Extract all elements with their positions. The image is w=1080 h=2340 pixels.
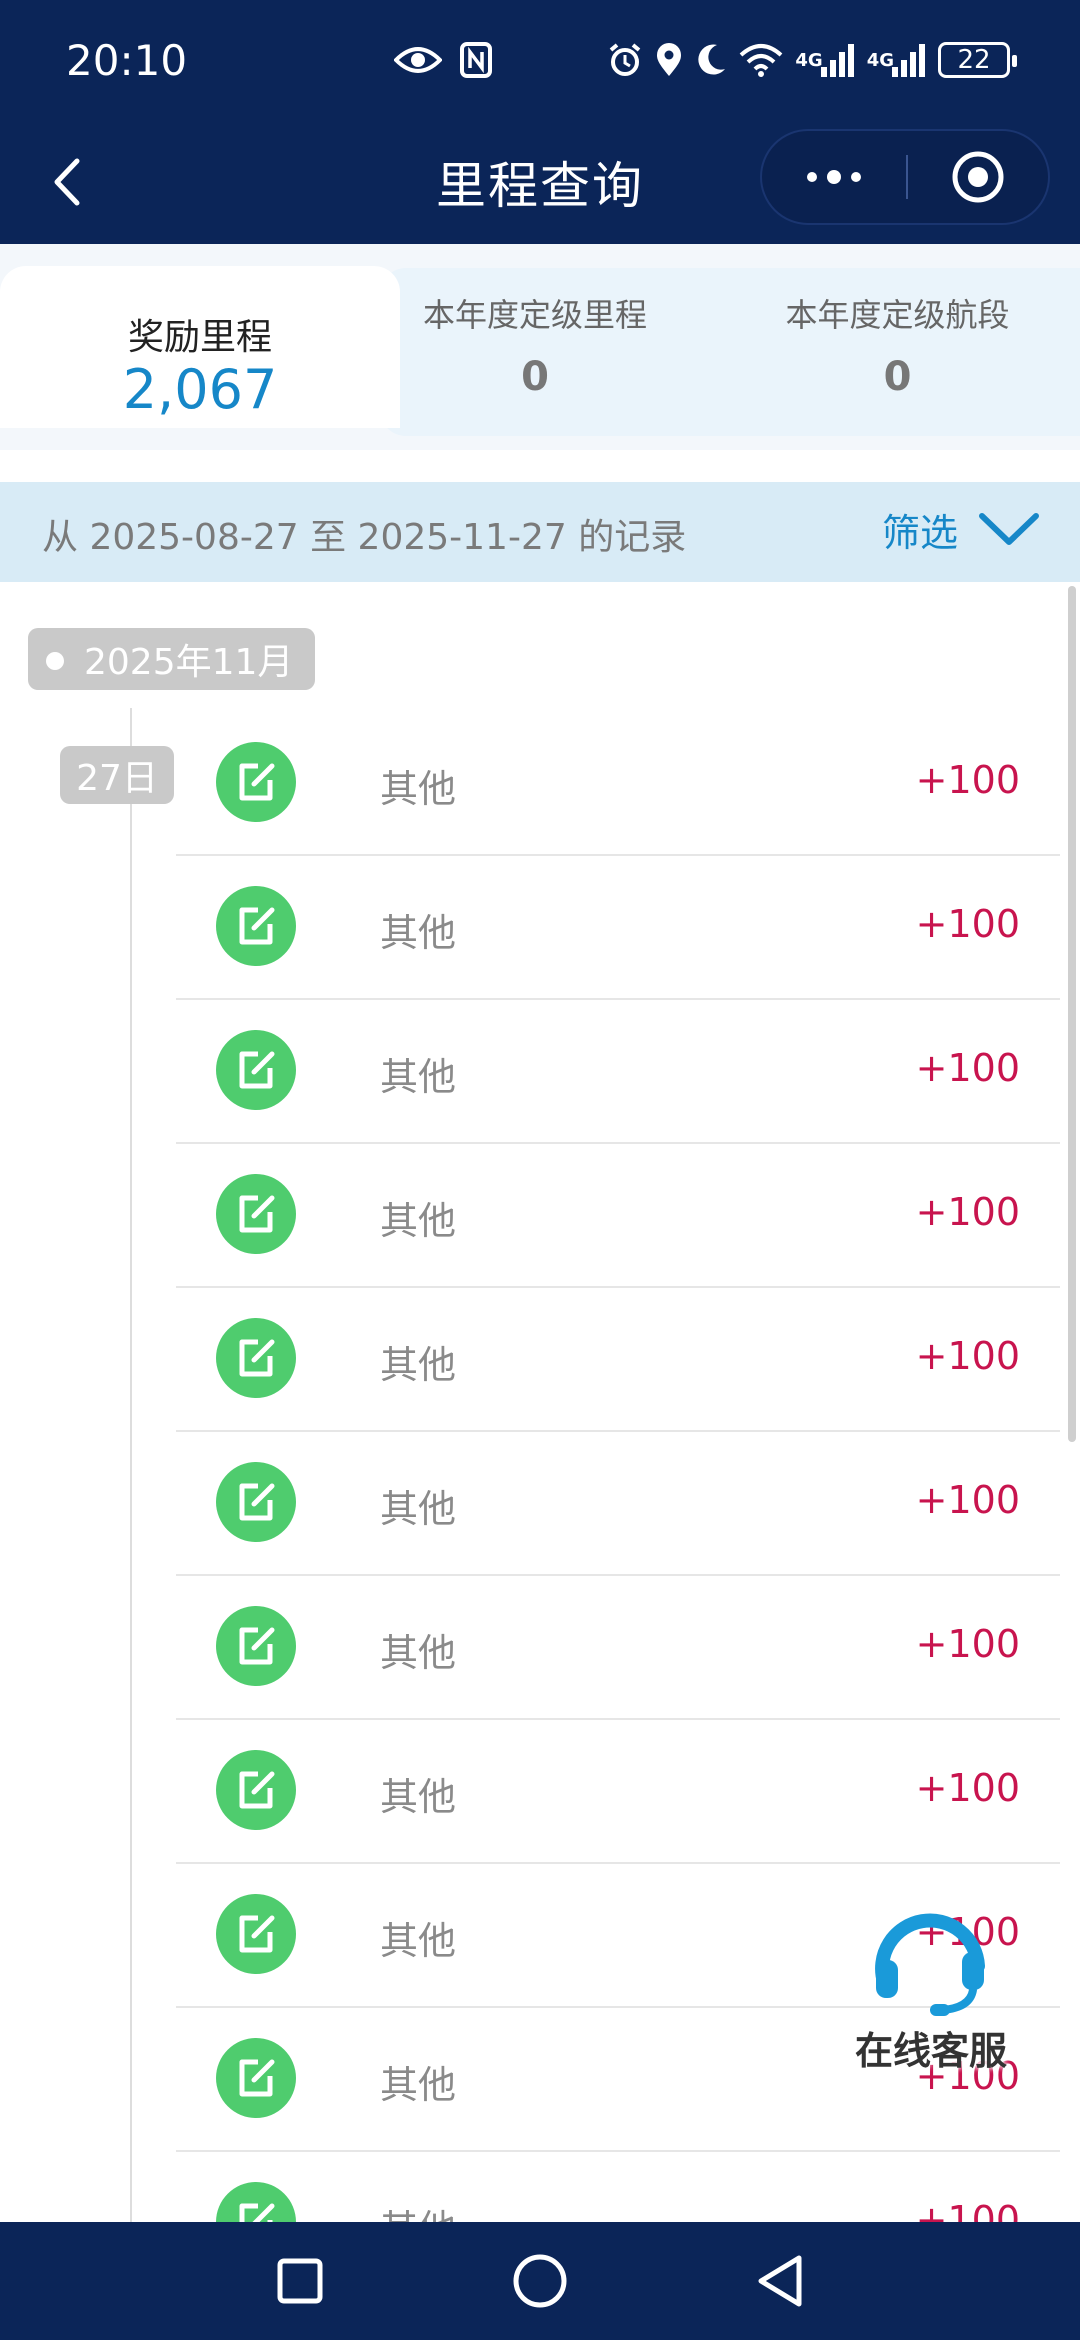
- tab-qualifying-segments-value: 0: [883, 354, 912, 400]
- record-type: 其他: [380, 1919, 457, 1963]
- record-type: 其他: [380, 2063, 457, 2107]
- scrollbar[interactable]: [1068, 586, 1076, 1442]
- target-circle-icon: [952, 151, 1004, 203]
- record-mileage-change: +100: [915, 1046, 1020, 1090]
- record-mileage-change: +100: [915, 2198, 1020, 2222]
- record-type: 其他: [380, 1055, 457, 1099]
- tab-reward-mileage-value: 2,067: [122, 358, 278, 421]
- edit-note-icon: [216, 1606, 296, 1686]
- record-type: 其他: [380, 1343, 457, 1387]
- record-type: 其他: [380, 1487, 457, 1531]
- edit-note-icon: [216, 1462, 296, 1542]
- record-row[interactable]: 其他 +100: [176, 1432, 1060, 1576]
- record-type: 其他: [380, 1775, 457, 1819]
- square-icon: [277, 2258, 323, 2304]
- battery-icon: 22: [938, 42, 1017, 78]
- edit-note-icon: [216, 742, 296, 822]
- month-badge: 2025年11月: [28, 628, 316, 690]
- record-type: 其他: [380, 767, 457, 811]
- signal-4g-icon-1: 4G: [795, 38, 854, 82]
- customer-service-label: 在线客服: [854, 2029, 1007, 2073]
- tab-qualifying-segments[interactable]: 本年度定级航段 0: [760, 290, 1035, 400]
- record-mileage-change: +100: [915, 1478, 1020, 1522]
- record-mileage-change: +100: [915, 1622, 1020, 1666]
- status-right-icons: 4G 4G 22: [607, 38, 1017, 82]
- timeline-line: [130, 708, 132, 2222]
- customer-service-button[interactable]: 在线客服: [846, 1904, 1026, 2074]
- date-range-text: 从 2025-08-27 至 2025-11-27 的记录: [42, 517, 687, 558]
- record-row[interactable]: 其他 +100: [176, 712, 1060, 856]
- eye-icon: [394, 38, 442, 82]
- record-mileage-change: +100: [915, 902, 1020, 946]
- tab-reward-mileage[interactable]: 奖励里程 2,067: [0, 266, 400, 428]
- home-button[interactable]: [510, 2251, 570, 2311]
- more-dots-icon: [807, 170, 861, 184]
- record-type: 其他: [380, 1199, 457, 1243]
- edit-note-icon: [216, 2038, 296, 2118]
- status-bar: 20:10 4G 4G 22: [0, 0, 1080, 120]
- record-row[interactable]: 其他 +100: [176, 1000, 1060, 1144]
- moon-icon: [695, 38, 727, 82]
- filter-button-label: 筛选: [881, 511, 958, 555]
- record-row[interactable]: 其他 +100: [176, 1576, 1060, 1720]
- wifi-icon: [739, 38, 783, 82]
- alarm-icon: [607, 38, 643, 82]
- circle-icon: [513, 2254, 567, 2308]
- tab-qualifying-mileage-label: 本年度定级里程: [422, 296, 647, 334]
- triangle-back-icon: [758, 2255, 802, 2307]
- edit-note-icon: [216, 1318, 296, 1398]
- more-button[interactable]: [762, 131, 906, 223]
- tab-qualifying-mileage-value: 0: [521, 354, 549, 400]
- edit-note-icon: [216, 1750, 296, 1830]
- status-time: 20:10: [66, 36, 188, 85]
- record-type: 其他: [380, 911, 457, 955]
- recents-button[interactable]: [270, 2251, 330, 2311]
- edit-note-icon: [216, 2182, 296, 2222]
- record-type: 其他: [380, 2198, 456, 2222]
- tab-reward-mileage-label: 奖励里程: [127, 317, 272, 358]
- system-back-button[interactable]: [750, 2251, 810, 2311]
- record-row[interactable]: 其他 +100: [176, 1288, 1060, 1432]
- record-mileage-change: +100: [915, 1190, 1020, 1234]
- nfc-icon: [460, 38, 492, 82]
- edit-note-icon: [216, 1174, 296, 1254]
- record-row[interactable]: 其他 +100: [176, 1144, 1060, 1288]
- filter-button[interactable]: 筛选: [882, 502, 1040, 557]
- edit-note-icon: [216, 886, 296, 966]
- filter-bar: 从 2025-08-27 至 2025-11-27 的记录 筛选: [0, 482, 1080, 582]
- tab-qualifying-mileage[interactable]: 本年度定级里程 0: [400, 290, 670, 400]
- page: 20:10 4G 4G 22 里程查询 奖励里程 2,067 本年度定级里程 0…: [0, 0, 1080, 2340]
- record-row[interactable]: 其他 +100: [176, 856, 1060, 1000]
- day-badge: 27日: [60, 746, 174, 804]
- record-row[interactable]: 其他 +100: [176, 2152, 1060, 2222]
- record-type: 其他: [380, 1631, 457, 1675]
- headset-icon: [875, 1913, 985, 2016]
- location-icon: [655, 38, 683, 82]
- month-dot: [46, 652, 64, 670]
- nav-bar: 里程查询: [0, 120, 1080, 244]
- record-mileage-change: +100: [915, 758, 1020, 802]
- signal-4g-icon-2: 4G: [867, 38, 926, 82]
- record-row[interactable]: 其他 +100: [176, 1720, 1060, 1864]
- day-label: 27日: [76, 758, 158, 799]
- record-mileage-change: +100: [915, 1334, 1020, 1378]
- status-mid-icons: [394, 38, 492, 82]
- month-label: 2025年11月: [84, 642, 294, 683]
- record-mileage-change: +100: [915, 1766, 1020, 1810]
- edit-note-icon: [216, 1030, 296, 1110]
- mileage-tabs: 奖励里程 2,067 本年度定级里程 0 本年度定级航段 0: [0, 244, 1080, 450]
- chevron-down-icon: [979, 512, 1039, 545]
- close-miniapp-button[interactable]: [908, 131, 1048, 223]
- miniapp-capsule: [760, 129, 1050, 225]
- tab-qualifying-segments-label: 本年度定级航段: [785, 296, 1010, 334]
- system-nav-bar: [0, 2222, 1080, 2340]
- edit-note-icon: [216, 1894, 296, 1974]
- battery-level: 22: [957, 45, 991, 75]
